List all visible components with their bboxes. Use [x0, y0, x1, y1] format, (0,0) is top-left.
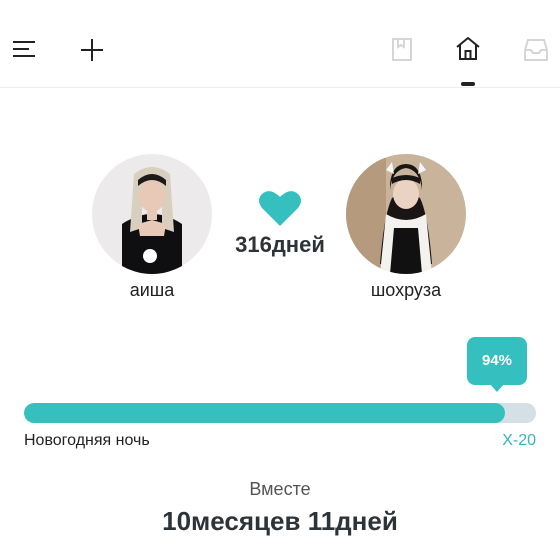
progress-percent-bubble: 94% — [467, 337, 527, 392]
top-toolbar — [0, 0, 560, 88]
bookmark-icon[interactable] — [388, 35, 416, 63]
avatar-left[interactable] — [92, 154, 212, 274]
menu-icon[interactable] — [10, 36, 38, 64]
event-countdown: X-20 — [502, 432, 536, 449]
together-label: Вместе — [249, 479, 311, 499]
inbox-icon[interactable] — [522, 36, 550, 64]
event-name: Новогодняя ночь — [24, 432, 150, 449]
home-icon[interactable] — [454, 34, 482, 62]
avatar-right[interactable] — [346, 154, 466, 274]
progress-percent-label: 94% — [467, 337, 527, 385]
partner-name-right: шохруза — [370, 280, 442, 300]
bubble-pointer — [489, 383, 505, 392]
heart-icon — [259, 191, 301, 226]
progress-track — [24, 403, 536, 423]
active-tab-indicator — [461, 82, 475, 86]
partner-name-left: аиша — [129, 280, 175, 300]
add-icon[interactable] — [78, 36, 106, 64]
together-duration: 10месяцев 11дней — [162, 506, 398, 536]
days-counter: 316дней — [235, 232, 325, 257]
progress-fill — [24, 403, 506, 423]
